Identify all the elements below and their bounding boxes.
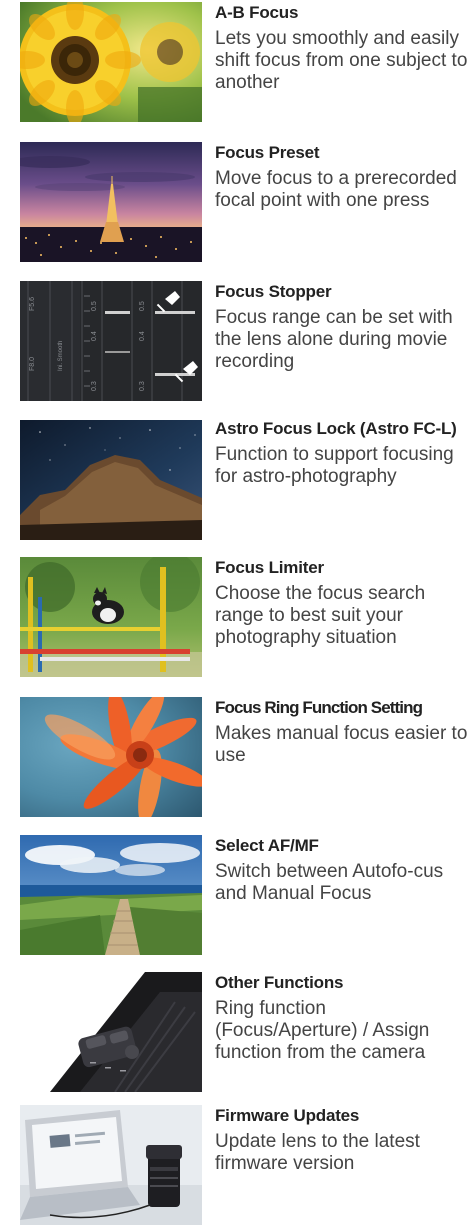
dog-jumping-image-art (20, 557, 202, 677)
sunflowers-image (20, 2, 202, 122)
scale-label-0-5b: 0.5 (139, 301, 146, 311)
feature-description: Move focus to a prerecorded focal point … (215, 168, 457, 211)
feature-title: Focus Stopper (215, 282, 332, 301)
focus-scale-image-art: F5.6 F8.0 Ini. Smooth 0.5 0.4 0.3 0.5 0.… (20, 281, 202, 401)
night-sky-image (20, 420, 202, 540)
eiffel-tower-image-art (20, 142, 202, 262)
feature-title: Astro Focus Lock (Astro FC-L) (215, 419, 457, 438)
dog-jumping-image (20, 557, 202, 677)
mode-label: Ini. Smooth (58, 341, 64, 371)
lens-buttons-image-art (20, 972, 202, 1092)
feature-description: Function to support focusing for astro-p… (215, 444, 454, 487)
sunflowers-image-art (20, 2, 202, 122)
coastal-path-image (20, 835, 202, 955)
feature-description: Makes manual focus easier to use (215, 723, 468, 766)
feature-title: Firmware Updates (215, 1106, 360, 1125)
lens-buttons-image (20, 972, 202, 1092)
eiffel-tower-image (20, 142, 202, 262)
laptop-lens-image-art (20, 1105, 202, 1225)
feature-description: Focus range can be set with the lens alo… (215, 307, 453, 372)
night-sky-image-art (20, 420, 202, 540)
feature-title: Other Functions (215, 973, 344, 992)
feature-description: Ring function (Focus/Aperture) / Assign … (215, 998, 430, 1063)
scale-label-0-5: 0.5 (91, 301, 98, 311)
feature-title: Focus Ring Function Setting (215, 698, 423, 717)
feature-description: Update lens to the latest firmware versi… (215, 1131, 420, 1174)
feature-title: Select AF/MF (215, 836, 319, 855)
focus-scale-image: F5.6 F8.0 Ini. Smooth 0.5 0.4 0.3 0.5 0.… (20, 281, 202, 401)
f-top-label: F5.6 (29, 297, 36, 311)
scale-label-0-3b: 0.3 (139, 381, 146, 391)
scale-label-0-4: 0.4 (91, 331, 98, 341)
feature-title: Focus Preset (215, 143, 320, 162)
feature-description: Lets you smoothly and easily shift focus… (215, 28, 468, 93)
coastal-path-image-art (20, 835, 202, 955)
orange-flower-image (20, 697, 202, 817)
laptop-lens-image (20, 1105, 202, 1225)
scale-label-0-3: 0.3 (91, 381, 98, 391)
feature-description: Switch between Autofo-cus and Manual Foc… (215, 861, 444, 904)
scale-label-0-4b: 0.4 (139, 331, 146, 341)
orange-flower-image-art (20, 697, 202, 817)
feature-title: A-B Focus (215, 3, 299, 22)
feature-title: Focus Limiter (215, 558, 324, 577)
feature-description: Choose the focus search range to best su… (215, 583, 426, 648)
f-bottom-label: F8.0 (29, 357, 36, 371)
